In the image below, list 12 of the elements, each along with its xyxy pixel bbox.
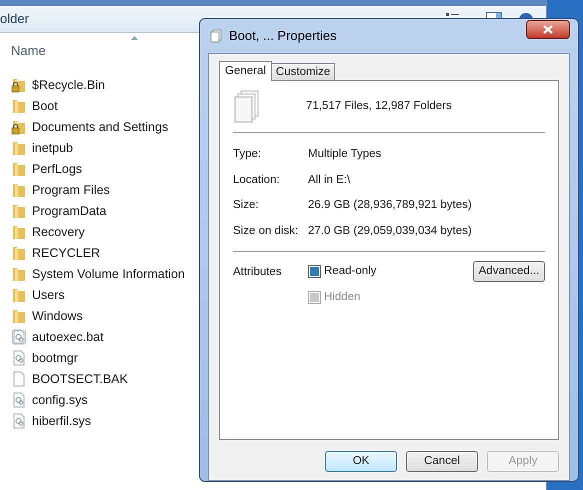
property-label: Size: — [233, 198, 260, 214]
property-value: 27.0 GB (29,059,039,034 bytes) — [308, 224, 472, 239]
property-value: All in E:\ — [308, 172, 350, 188]
property-value: Multiple Types — [308, 147, 382, 162]
summary-text: 71,517 Files, 12,987 Folders — [306, 98, 452, 114]
window-title: older — [0, 10, 29, 28]
dialog-title: Boot, ... Properties — [229, 27, 337, 46]
property-label: Size on disk: — [233, 224, 300, 239]
attributes-label: Attributes — [233, 265, 283, 280]
property-value: 26.9 GB (28,936,789,921 bytes) — [308, 198, 472, 214]
property-label: Location: — [233, 172, 281, 188]
property-label: Type: — [233, 147, 262, 162]
